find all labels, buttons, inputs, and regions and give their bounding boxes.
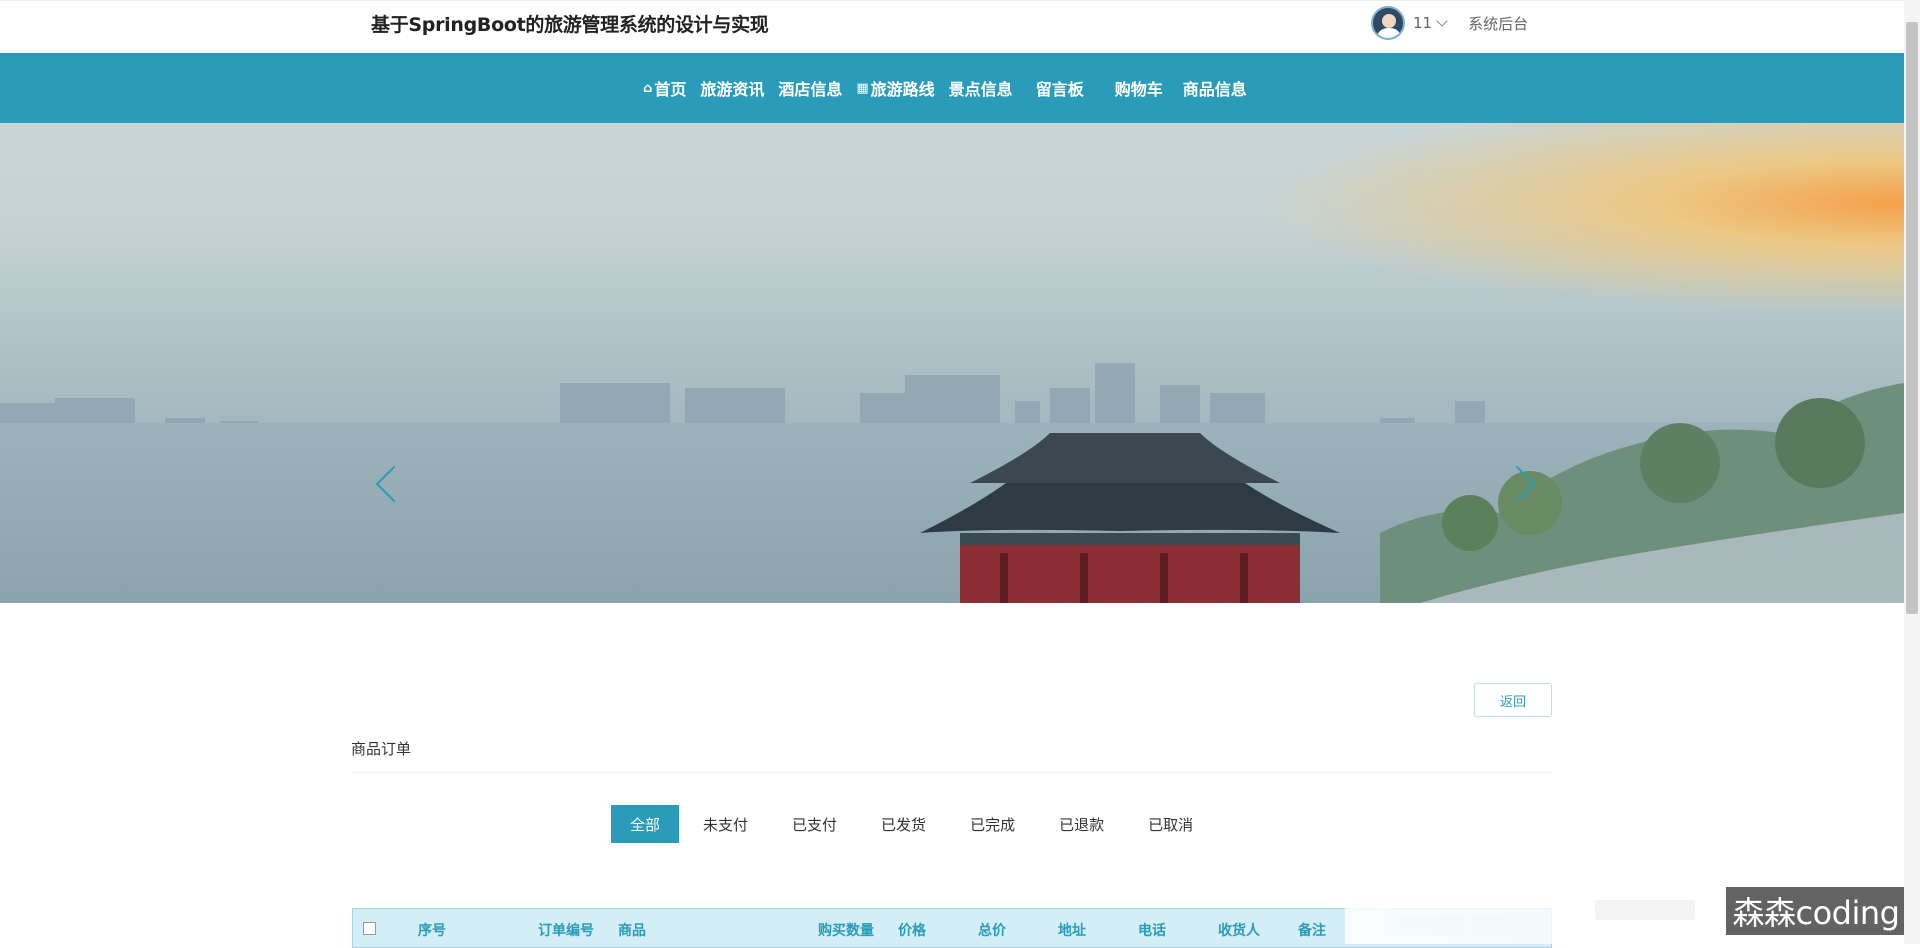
column-header: 电话 xyxy=(1138,923,1166,939)
nav-item-routes[interactable]: ▦ 旅游路线 xyxy=(856,76,934,100)
nav-item-label: 留言板 xyxy=(1035,80,1084,99)
column-header: 收货人 xyxy=(1218,923,1260,939)
tab-unpaid[interactable]: 未支付 xyxy=(684,805,767,843)
watermark: 森森coding xyxy=(1726,887,1906,935)
home-icon: ⌂ xyxy=(643,80,653,96)
nav-item-cart[interactable]: 购物车 xyxy=(1115,76,1163,100)
tab-shipped[interactable]: 已发货 xyxy=(862,805,945,843)
user-menu[interactable]: 11 系统后台 xyxy=(1371,5,1528,41)
pavilion-image xyxy=(920,433,1340,603)
tab-paid[interactable]: 已支付 xyxy=(773,805,856,843)
column-header: 商品 xyxy=(618,923,646,939)
nav-item-label: 购物车 xyxy=(1114,80,1163,99)
column-header: 备注 xyxy=(1298,923,1326,939)
carousel-banner[interactable] xyxy=(0,123,1904,603)
nav-item-message-board[interactable]: 留言板 xyxy=(1036,76,1084,100)
avatar[interactable] xyxy=(1371,6,1405,40)
order-status-tabs: 全部 未支付 已支付 已发货 已完成 已退款 已取消 xyxy=(611,805,1217,843)
tab-refunded[interactable]: 已退款 xyxy=(1040,805,1123,843)
column-header: 总价 xyxy=(978,923,1006,939)
nav-item-label: 旅游路线 xyxy=(870,80,935,99)
column-header: 购买数量 xyxy=(818,923,874,939)
main-nav: ⌂ 首页 旅游资讯 酒店信息 ▦ 旅游路线 景点信息 留言板 购物车 商品信息 xyxy=(0,53,1904,123)
nav-item-label: 景点信息 xyxy=(948,80,1013,99)
shore-trees xyxy=(1380,383,1904,603)
column-header: 序号 xyxy=(418,923,446,939)
top-header: 基于SpringBoot的旅游管理系统的设计与实现 11 系统后台 xyxy=(0,0,1904,53)
nav-item-home[interactable]: ⌂ 首页 xyxy=(643,76,686,100)
tab-cancelled[interactable]: 已取消 xyxy=(1129,805,1212,843)
nav-item-hotels[interactable]: 酒店信息 xyxy=(778,76,842,100)
user-name[interactable]: 11 xyxy=(1413,14,1432,32)
column-header: 订单编号 xyxy=(538,923,594,939)
table-icon: ▦ xyxy=(856,80,869,96)
nav-item-label: 首页 xyxy=(654,80,687,99)
tab-completed[interactable]: 已完成 xyxy=(951,805,1034,843)
nav-item-attractions[interactable]: 景点信息 xyxy=(949,76,1013,100)
site-title: 基于SpringBoot的旅游管理系统的设计与实现 xyxy=(371,14,769,36)
chevron-down-icon[interactable] xyxy=(1436,15,1448,27)
column-header: 价格 xyxy=(898,923,926,939)
nav-item-travel-news[interactable]: 旅游资讯 xyxy=(700,76,764,100)
select-all-checkbox[interactable] xyxy=(363,922,376,935)
blurred-area xyxy=(1595,900,1695,920)
section-divider xyxy=(351,772,1552,773)
nav-item-label: 酒店信息 xyxy=(778,80,843,99)
tab-all[interactable]: 全部 xyxy=(611,805,680,843)
section-title: 商品订单 xyxy=(351,740,412,758)
admin-link[interactable]: 系统后台 xyxy=(1468,13,1528,34)
column-header: 地址 xyxy=(1058,923,1086,939)
scrollbar-thumb[interactable] xyxy=(1906,22,1918,614)
nav-item-label: 旅游资讯 xyxy=(700,80,765,99)
back-button[interactable]: 返回 xyxy=(1474,683,1552,717)
nav-item-products[interactable]: 商品信息 xyxy=(1183,76,1247,100)
nav-item-label: 商品信息 xyxy=(1182,80,1247,99)
